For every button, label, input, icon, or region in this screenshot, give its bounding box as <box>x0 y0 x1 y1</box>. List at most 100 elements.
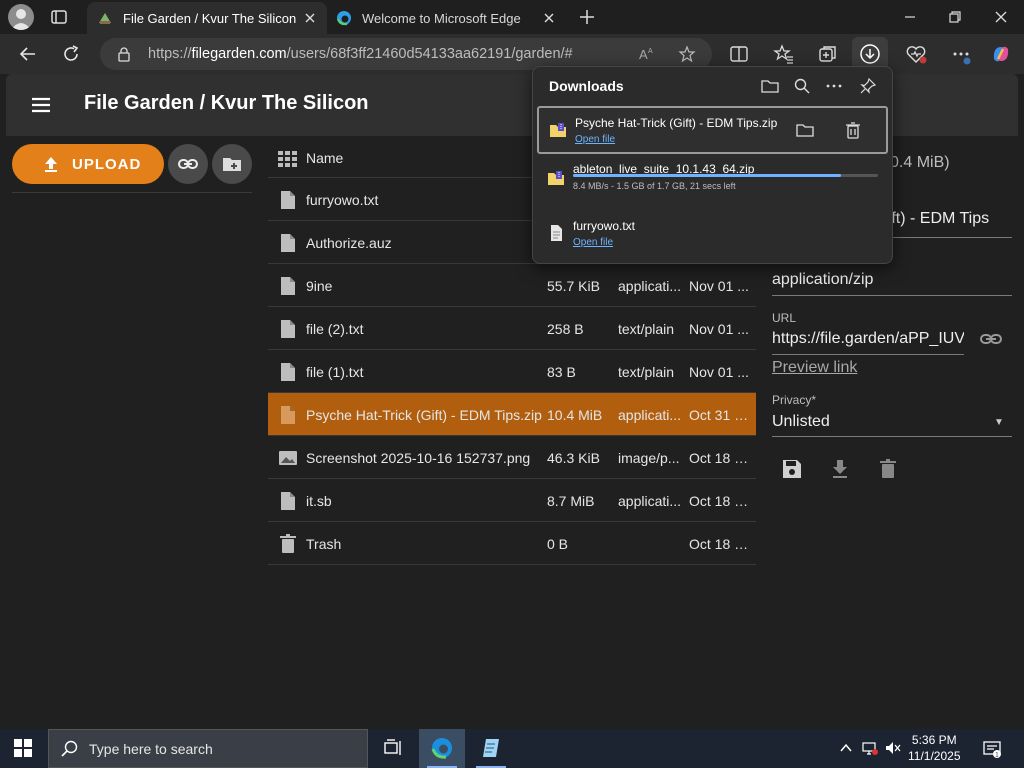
menu-icon[interactable] <box>30 94 52 116</box>
upload-icon <box>45 157 57 172</box>
show-in-folder-icon[interactable] <box>795 120 815 140</box>
browser-essentials-icon[interactable] <box>905 43 927 65</box>
edge-favicon-icon <box>337 11 351 26</box>
open-file-link[interactable]: Open file <box>575 134 615 145</box>
show-hidden-icons-chevron-up-icon[interactable] <box>838 740 854 756</box>
favorites-icon[interactable] <box>773 43 795 65</box>
file-type: applicati... <box>618 493 682 509</box>
file-size: 55.7 KiB <box>547 278 600 294</box>
preview-link[interactable]: Preview link <box>772 359 857 377</box>
download-file-name: Psyche Hat-Trick (Gift) - EDM Tips.zip <box>575 116 778 130</box>
tab-microsoft-edge[interactable]: Welcome to Microsoft Edge <box>326 2 566 34</box>
file-name: file (2).txt <box>306 321 364 337</box>
save-icon[interactable] <box>781 458 803 480</box>
clock-date: 11/1/2025 <box>908 749 961 763</box>
trash-icon <box>280 534 296 553</box>
file-name: it.sb <box>306 493 332 509</box>
file-type: text/plain <box>618 364 675 380</box>
profile-avatar[interactable] <box>8 4 34 30</box>
file-size: 83 B <box>547 364 576 380</box>
download-file-icon[interactable] <box>829 458 851 480</box>
edge-icon <box>431 738 452 759</box>
back-icon[interactable] <box>18 44 38 64</box>
tab-title: Welcome to Microsoft Edge <box>362 10 521 26</box>
task-view-button[interactable] <box>370 729 416 768</box>
delete-icon[interactable] <box>843 120 863 140</box>
windows-start-icon[interactable] <box>14 739 32 757</box>
column-header-name[interactable]: Name <box>306 150 343 166</box>
zip-file-icon <box>548 171 564 185</box>
new-folder-button[interactable] <box>212 144 252 184</box>
notification-center-icon[interactable]: 1 <box>982 739 1002 759</box>
close-window-icon[interactable] <box>992 8 1010 26</box>
network-icon[interactable] <box>862 740 878 756</box>
file-row[interactable]: file (2).txt 258 B text/plain Nov 01 ... <box>268 307 756 350</box>
pin-icon[interactable] <box>859 77 877 95</box>
file-name: file (1).txt <box>306 364 364 380</box>
url-text: https://filegarden.com/users/68f3ff21460… <box>148 46 573 62</box>
taskbar-notepad-app[interactable] <box>468 729 514 768</box>
delete-icon[interactable] <box>877 458 899 480</box>
refresh-icon[interactable] <box>61 44 81 64</box>
chevron-down-icon[interactable]: ▼ <box>994 417 1004 428</box>
minimize-icon[interactable] <box>901 8 919 26</box>
page-title: File Garden / Kvur The Silicon <box>84 92 369 114</box>
download-item[interactable]: Psyche Hat-Trick (Gift) - EDM Tips.zip O… <box>537 106 888 154</box>
taskbar-search-box[interactable]: Type here to search <box>48 729 368 768</box>
file-icon <box>281 191 295 209</box>
open-file-link[interactable]: Open file <box>573 237 613 248</box>
search-icon <box>61 740 78 757</box>
file-row[interactable]: it.sb 8.7 MiB applicati... Oct 18 2... <box>268 479 756 522</box>
add-link-button[interactable] <box>168 144 208 184</box>
tab-file-garden[interactable]: File Garden / Kvur The Silicon <box>87 2 327 34</box>
file-icon <box>281 406 295 424</box>
download-item[interactable]: furryowo.txt Open file <box>537 211 888 259</box>
tab-actions-icon[interactable] <box>50 8 68 26</box>
split-screen-icon[interactable] <box>728 43 750 65</box>
file-icon <box>281 320 295 338</box>
text-file-icon <box>551 225 562 241</box>
collections-icon[interactable] <box>817 43 839 65</box>
read-aloud-icon[interactable]: AA <box>638 45 656 63</box>
file-date: Nov 01 ... <box>689 364 749 380</box>
download-item-in-progress[interactable]: ableton_live_suite_10.1.43_64.zip 8.4 MB… <box>537 156 888 204</box>
tab-strip: File Garden / Kvur The Silicon Welcome t… <box>0 0 1024 34</box>
file-row[interactable]: file (1).txt 83 B text/plain Nov 01 ... <box>268 350 756 393</box>
close-tab-icon[interactable] <box>542 11 556 25</box>
file-row-selected[interactable]: Psyche Hat-Trick (Gift) - EDM Tips.zip 1… <box>268 393 756 436</box>
more-options-icon[interactable] <box>825 77 843 95</box>
details-url-field[interactable]: https://file.garden/aPP_IUV <box>772 330 964 348</box>
new-folder-icon <box>223 158 241 171</box>
file-name: 9ine <box>306 278 333 294</box>
grid-view-icon[interactable] <box>278 148 298 168</box>
system-clock[interactable]: 5:36 PM 11/1/2025 <box>908 732 961 764</box>
link-icon <box>178 159 198 169</box>
upload-button[interactable]: UPLOAD <box>12 144 164 184</box>
volume-muted-icon[interactable] <box>885 740 901 756</box>
mime-field-underline <box>772 295 1012 296</box>
file-date: Oct 18 2... <box>689 450 751 466</box>
download-icon <box>860 44 880 64</box>
restore-icon[interactable] <box>946 8 964 26</box>
copilot-icon[interactable] <box>990 43 1012 65</box>
file-type: image/p... <box>618 450 680 466</box>
close-tab-icon[interactable] <box>303 11 317 25</box>
open-downloads-folder-icon[interactable] <box>761 77 779 95</box>
taskbar-edge-app[interactable] <box>419 729 465 768</box>
tab-title: File Garden / Kvur The Silicon <box>123 10 297 26</box>
file-row-trash[interactable]: Trash 0 B Oct 18 2... <box>268 522 756 565</box>
search-icon[interactable] <box>793 77 811 95</box>
task-view-icon <box>384 739 401 755</box>
file-name: Authorize.auz <box>306 235 392 251</box>
zip-file-icon <box>550 123 566 137</box>
favorite-star-icon[interactable] <box>678 45 696 63</box>
upload-label: UPLOAD <box>72 155 142 173</box>
privacy-select[interactable]: Unlisted <box>772 413 1012 431</box>
lock-icon[interactable] <box>116 46 132 62</box>
notepad-icon <box>483 739 499 757</box>
file-row[interactable]: 9ine 55.7 KiB applicati... Nov 01 ... <box>268 264 756 307</box>
settings-more-icon[interactable] <box>950 43 972 65</box>
file-row[interactable]: Screenshot 2025-10-16 152737.png 46.3 Ki… <box>268 436 756 479</box>
new-tab-icon[interactable] <box>578 8 596 26</box>
copy-link-icon[interactable] <box>980 328 1002 350</box>
